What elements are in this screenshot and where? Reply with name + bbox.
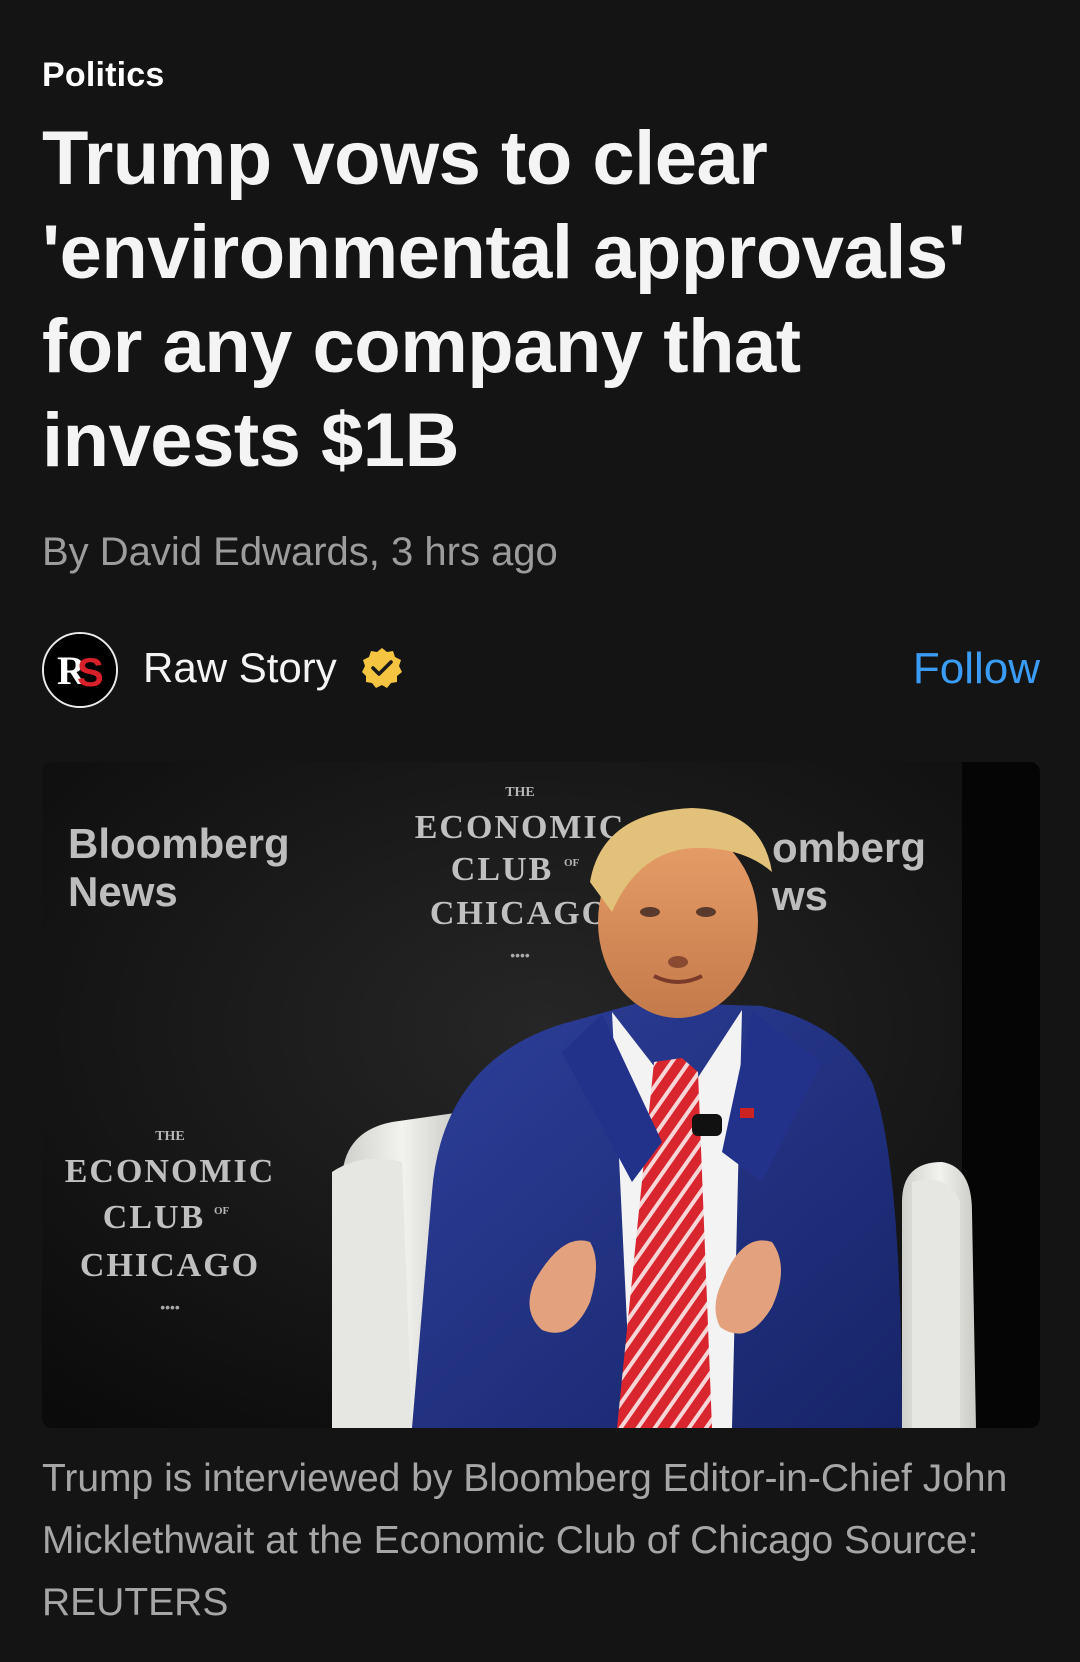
article-headline: Trump vows to clear 'environmental appro…: [42, 116, 966, 483]
club-top-of: OF: [564, 857, 580, 869]
follow-button[interactable]: Follow: [913, 644, 1040, 694]
photo-illustration: Bloomberg News omberg ws THE ECONOMIC CL…: [42, 762, 1040, 1428]
club-left-the: THE: [155, 1129, 185, 1144]
club-left-dots: ••••: [160, 1299, 180, 1315]
category-label[interactable]: Politics: [42, 56, 165, 95]
backdrop-bloomberg-right-line2: ws: [771, 872, 828, 919]
logo-letter-s: S: [77, 651, 104, 695]
backdrop-bloomberg-right-line1: omberg: [772, 824, 926, 871]
club-top-chicago: CHICAGO: [430, 895, 610, 932]
club-top-the: THE: [505, 785, 535, 800]
club-left-of: OF: [214, 1205, 230, 1217]
club-left-economic: ECONOMIC: [65, 1153, 276, 1190]
verified-badge-icon: [362, 648, 402, 688]
club-left-chicago: CHICAGO: [80, 1247, 260, 1284]
source-row: R S Raw Story Follow: [42, 630, 1040, 710]
club-top-dots: ••••: [510, 947, 530, 963]
club-left-club: CLUB: [103, 1199, 205, 1236]
source-name[interactable]: Raw Story: [143, 644, 337, 692]
article-byline: By David Edwards, 3 hrs ago: [42, 530, 558, 574]
backdrop-bloomberg-line1: Bloomberg: [68, 820, 290, 867]
raw-story-logo-icon: R S: [44, 634, 116, 706]
club-top-economic: ECONOMIC: [415, 809, 626, 846]
source-logo[interactable]: R S: [42, 632, 118, 708]
photo-caption: Trump is interviewed by Bloomberg Editor…: [42, 1457, 1008, 1624]
article-photo[interactable]: Bloomberg News omberg ws THE ECONOMIC CL…: [42, 762, 1040, 1428]
club-top-club: CLUB: [451, 851, 553, 888]
backdrop-bloomberg-line2: News: [68, 868, 178, 915]
